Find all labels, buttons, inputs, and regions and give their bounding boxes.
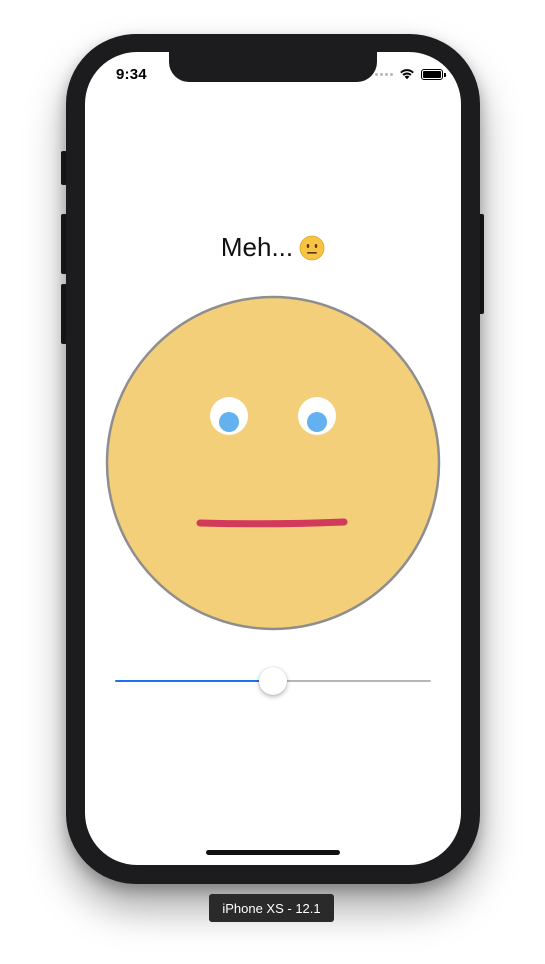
notch [169,52,377,82]
slider-max-track [273,680,431,682]
mood-label: Meh... [220,232,294,262]
cellular-signal-icon [375,72,393,76]
right-iris [307,412,327,432]
mouth [196,518,348,528]
device-label: iPhone XS - 12.1 [209,894,334,922]
mood-title: Meh... [85,232,461,263]
home-indicator[interactable] [206,850,340,855]
status-time: 9:34 [116,66,147,83]
slider-min-track [115,680,273,682]
wifi-icon [400,69,414,80]
slider-thumb[interactable] [259,667,287,695]
battery-icon [421,68,446,80]
simulator-stage: 9:34 Meh... iPhone XS - 12.1 [0,0,545,964]
mood-face [105,295,441,631]
mood-slider[interactable] [115,666,431,696]
phone-screen: 9:34 Meh... [85,52,461,865]
status-icons [375,68,446,80]
neutral-face-emoji-icon [299,235,325,260]
left-iris [219,412,239,432]
face-circle [105,295,441,631]
